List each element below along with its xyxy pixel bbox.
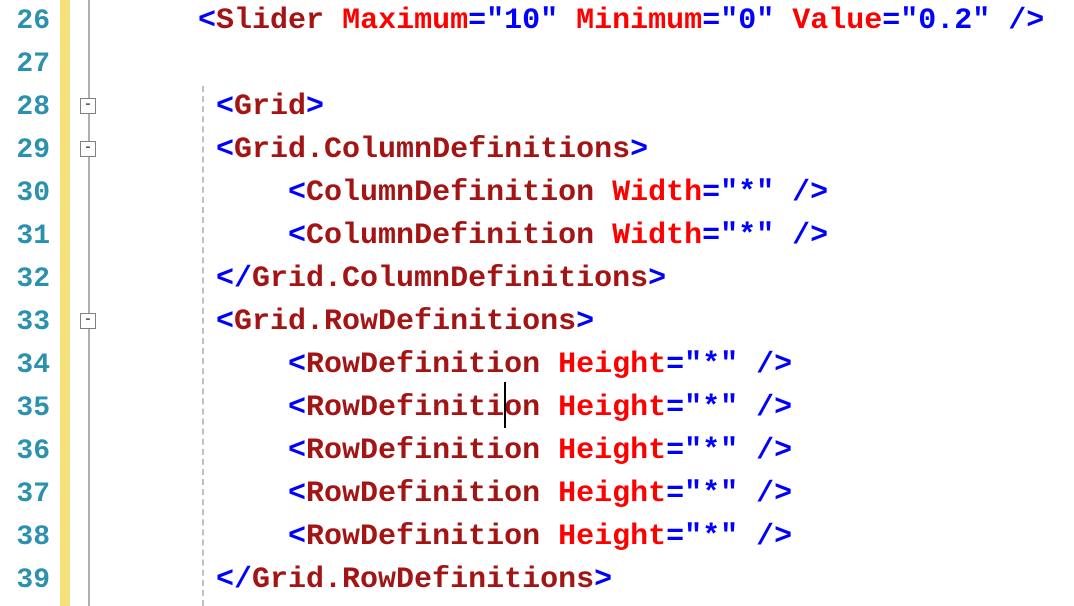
line-number: 28: [0, 86, 50, 129]
line-number: 32: [0, 258, 50, 301]
code-line[interactable]: [106, 43, 1074, 86]
line-number: 34: [0, 344, 50, 387]
fold-toggle-icon[interactable]: -: [80, 141, 96, 157]
change-indicator-strip: [60, 0, 70, 606]
fold-toggle-icon[interactable]: -: [80, 98, 96, 114]
line-number: 37: [0, 473, 50, 516]
code-area[interactable]: <Slider Maximum="10" Minimum="0" Value="…: [106, 0, 1074, 606]
outlining-margin: - - -: [70, 0, 106, 606]
line-number: 27: [0, 43, 50, 86]
code-line[interactable]: <RowDefinition Height="*" />: [106, 516, 1074, 559]
fold-toggle-icon[interactable]: -: [80, 313, 96, 329]
line-number: 26: [0, 0, 50, 43]
code-line[interactable]: <Grid>: [106, 86, 1074, 129]
code-line[interactable]: <ColumnDefinition Width="*" />: [106, 215, 1074, 258]
line-number: 39: [0, 559, 50, 602]
code-line[interactable]: </Grid.RowDefinitions>: [106, 559, 1074, 602]
code-line[interactable]: <Slider Maximum="10" Minimum="0" Value="…: [106, 0, 1074, 43]
outline-line: [88, 0, 90, 606]
line-number: 29: [0, 129, 50, 172]
code-line[interactable]: <RowDefinition Height="*" />: [106, 344, 1074, 387]
code-line[interactable]: <ColumnDefinition Width="*" />: [106, 172, 1074, 215]
code-line[interactable]: <RowDefinition Height="*" />: [106, 430, 1074, 473]
code-line[interactable]: <Grid.RowDefinitions>: [106, 301, 1074, 344]
text-cursor: [504, 382, 506, 428]
line-number: 36: [0, 430, 50, 473]
code-line[interactable]: <RowDefinition Height="*" />: [106, 387, 1074, 430]
line-number: 35: [0, 387, 50, 430]
line-number-gutter: 26 27 28 29 30 31 32 33 34 35 36 37 38 3…: [0, 0, 60, 606]
line-number: 31: [0, 215, 50, 258]
line-number: 38: [0, 516, 50, 559]
code-editor[interactable]: 26 27 28 29 30 31 32 33 34 35 36 37 38 3…: [0, 0, 1074, 606]
code-line[interactable]: <RowDefinition Height="*" />: [106, 473, 1074, 516]
code-line[interactable]: <Grid.ColumnDefinitions>: [106, 129, 1074, 172]
code-line[interactable]: </Grid.ColumnDefinitions>: [106, 258, 1074, 301]
line-number: 30: [0, 172, 50, 215]
line-number: 33: [0, 301, 50, 344]
